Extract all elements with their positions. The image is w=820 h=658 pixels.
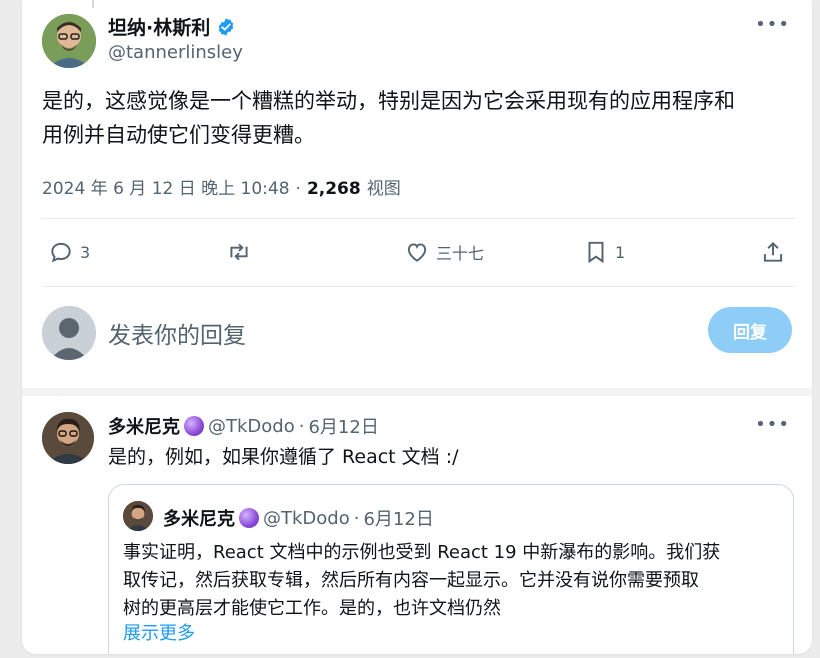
crystal-ball-icon	[184, 416, 204, 436]
reply-author-name[interactable]: 多米尼克	[108, 413, 180, 439]
author-name[interactable]: 坦纳·林斯利	[108, 13, 236, 40]
divider	[42, 286, 796, 287]
user-avatar[interactable]	[42, 306, 96, 360]
timestamp[interactable]: 2024 年 6 月 12 日 晚上 10:48	[42, 174, 290, 199]
author-handle[interactable]: @tannerlinsley	[108, 42, 243, 63]
reply-author-handle[interactable]: @TkDodo	[208, 416, 295, 437]
reply-text: 是的，例如，如果你遵循了 React 文档 :/	[108, 446, 459, 468]
quote-separator: ·	[353, 507, 360, 529]
quote-text: 事实证明，React 文档中的示例也受到 React 19 中新瀑布的影响。我们…	[123, 539, 783, 623]
reply-separator: ·	[298, 415, 305, 437]
more-horizontal-icon[interactable]: •••	[755, 414, 790, 435]
retweet-icon	[230, 243, 248, 261]
divider	[42, 218, 796, 219]
reply-button[interactable]: 回复	[708, 307, 792, 353]
tweet-text-line: 用例并自动使它们变得更糟。	[42, 123, 315, 147]
views-count: 2,268	[306, 179, 361, 199]
share-action[interactable]	[760, 239, 786, 265]
reply-input[interactable]: 发表你的回复	[108, 316, 246, 350]
views-label: 视图	[366, 179, 401, 199]
thread-line	[92, 0, 94, 8]
quote-text-line: 事实证明，React 文档中的示例也受到 React 19 中新瀑布的影响。我们…	[123, 542, 721, 563]
comment-icon	[51, 242, 71, 263]
section-separator	[22, 388, 812, 396]
reply-date[interactable]: 6月12日	[308, 413, 378, 439]
meta-separator: ·	[295, 179, 301, 199]
author-name-text[interactable]: 坦纳·林斯利	[108, 13, 210, 40]
tweet-detail-card: 坦纳·林斯利 @tannerlinsley ••• 是的，这感觉像是一个糟糕的举…	[22, 0, 812, 654]
quoted-tweet[interactable]: 多米尼克 @TkDodo · 6月12日 事实证明，React 文档中的示例也受…	[108, 484, 794, 654]
reply-action[interactable]: 3	[48, 239, 90, 265]
quote-date: 6月12日	[363, 509, 434, 530]
quote-text-line: 树的更高层才能使它工作。是的，也许文档仍然	[123, 598, 501, 619]
retweet-action[interactable]	[226, 239, 252, 265]
show-more-link[interactable]: 展示更多	[123, 619, 195, 645]
quote-text-line: 取传记，然后获取专辑，然后所有内容一起显示。它并没有说你需要预取	[123, 570, 699, 591]
share-icon	[763, 241, 783, 262]
bookmark-icon	[588, 241, 604, 264]
reply-header: 多米尼克 @TkDodo · 6月12日	[108, 413, 379, 439]
quote-author-name: 多米尼克	[163, 509, 235, 530]
bookmark-action[interactable]: 1	[583, 239, 625, 265]
quote-header: 多米尼克 @TkDodo · 6月12日	[163, 505, 434, 531]
verified-badge-icon	[218, 17, 234, 36]
bookmark-count: 1	[615, 242, 626, 262]
quote-author-handle: @TkDodo	[263, 507, 350, 529]
heart-icon	[407, 243, 427, 262]
more-horizontal-icon[interactable]: •••	[755, 14, 790, 35]
like-count: 三十七	[436, 244, 485, 263]
like-action[interactable]: 三十七	[404, 239, 484, 265]
tweet-meta: 2024 年 6 月 12 日 晚上 10:48 · 2,268 视图	[42, 174, 401, 199]
action-bar: 3 三十七 1	[22, 233, 812, 273]
quote-author-avatar	[123, 501, 153, 531]
reply-author-avatar[interactable]	[42, 412, 94, 464]
author-avatar[interactable]	[42, 14, 96, 68]
crystal-ball-icon	[239, 508, 259, 528]
reply-count: 3	[80, 242, 91, 262]
tweet-text-line: 是的，这感觉像是一个糟糕的举动，特别是因为它会采用现有的应用程序和	[42, 89, 735, 113]
tweet-text: 是的，这感觉像是一个糟糕的举动，特别是因为它会采用现有的应用程序和 用例并自动使…	[42, 84, 802, 152]
